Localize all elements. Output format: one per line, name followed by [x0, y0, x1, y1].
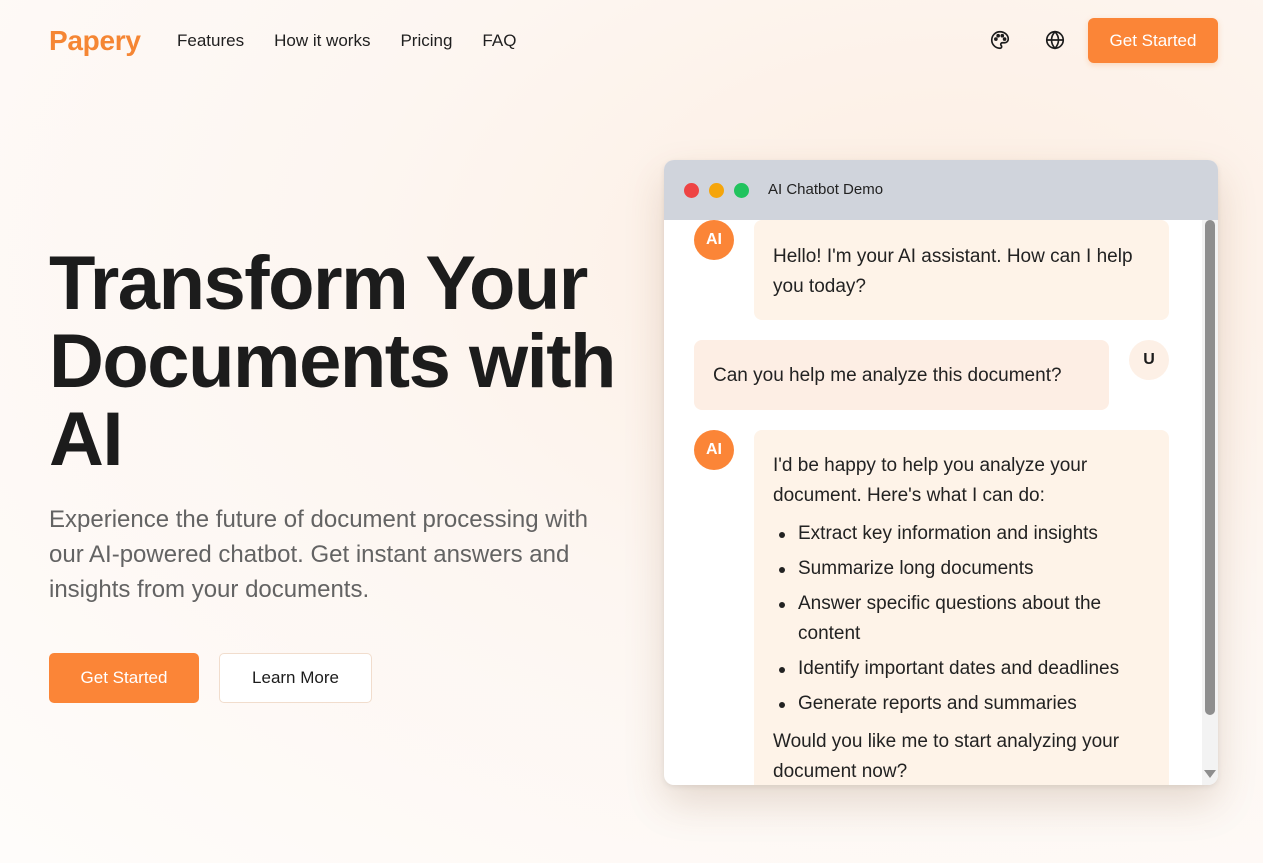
- chat-scrollbar-thumb[interactable]: [1205, 220, 1215, 715]
- message-intro: I'd be happy to help you analyze your do…: [773, 455, 1088, 506]
- chat-window-title: AI Chatbot Demo: [768, 181, 884, 198]
- list-item: Generate reports and summaries: [773, 689, 1150, 719]
- palette-icon[interactable]: [989, 29, 1011, 51]
- chat-messages[interactable]: AI Hello! I'm your AI assistant. How can…: [664, 220, 1218, 785]
- get-started-button[interactable]: Get Started: [49, 653, 199, 703]
- list-item: Identify important dates and deadlines: [773, 654, 1150, 684]
- nav-links: Features How it works Pricing FAQ: [177, 31, 516, 51]
- learn-more-button[interactable]: Learn More: [219, 653, 372, 703]
- message-outro: Would you like me to start analyzing you…: [773, 731, 1120, 782]
- capability-list: Extract key information and insights Sum…: [773, 519, 1150, 719]
- user-avatar: U: [1129, 340, 1169, 380]
- list-item: Summarize long documents: [773, 554, 1150, 584]
- globe-icon[interactable]: [1044, 29, 1066, 51]
- maximize-dot: [734, 183, 749, 198]
- ai-message-bubble: Hello! I'm your AI assistant. How can I …: [754, 220, 1169, 320]
- nav-link-faq[interactable]: FAQ: [482, 31, 516, 51]
- ai-avatar: AI: [694, 430, 734, 470]
- ai-avatar: AI: [694, 220, 734, 260]
- list-item: Answer specific questions about the cont…: [773, 589, 1150, 649]
- message-text: Hello! I'm your AI assistant. How can I …: [773, 246, 1133, 297]
- nav-link-features[interactable]: Features: [177, 31, 244, 51]
- chat-window-header: AI Chatbot Demo: [664, 160, 1218, 220]
- close-dot: [684, 183, 699, 198]
- chatbot-demo-window: AI Chatbot Demo AI Hello! I'm your AI as…: [664, 160, 1218, 785]
- minimize-dot: [709, 183, 724, 198]
- nav-link-how-it-works[interactable]: How it works: [274, 31, 370, 51]
- hero-subtitle: Experience the future of document proces…: [49, 506, 588, 603]
- ai-message-bubble: I'd be happy to help you analyze your do…: [754, 430, 1169, 785]
- user-message-bubble: Can you help me analyze this document?: [694, 340, 1109, 410]
- scroll-down-arrow-icon[interactable]: [1204, 770, 1216, 778]
- nav-link-pricing[interactable]: Pricing: [400, 31, 452, 51]
- list-item: Extract key information and insights: [773, 519, 1150, 549]
- hero-title: Transform Your Documents with AI: [49, 241, 616, 482]
- nav-get-started-button[interactable]: Get Started: [1088, 18, 1218, 63]
- logo[interactable]: Papery: [49, 25, 141, 57]
- top-nav: Papery Features How it works Pricing FAQ…: [0, 0, 1263, 82]
- message-text: Can you help me analyze this document?: [713, 365, 1062, 386]
